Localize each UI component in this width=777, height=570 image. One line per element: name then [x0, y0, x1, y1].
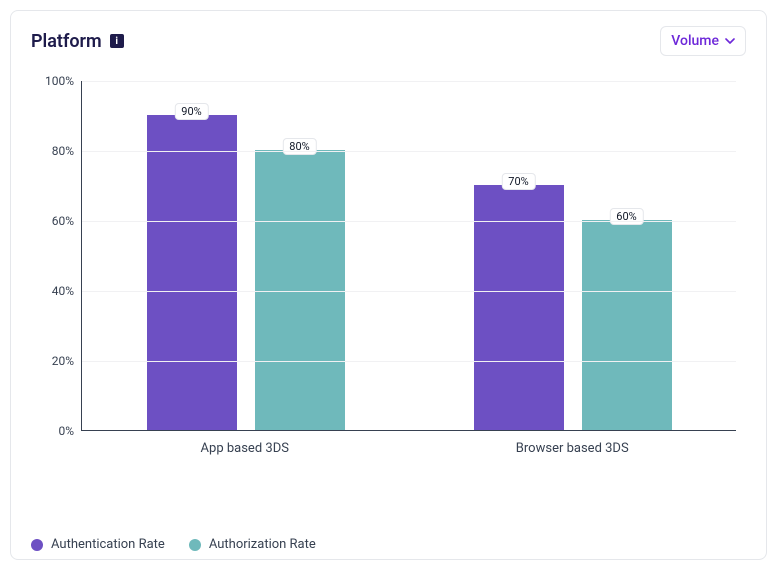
- plot-area: 90%80%70%60% 0%20%40%60%80%100%: [81, 81, 736, 431]
- gridline: [82, 361, 736, 362]
- card-title: Platform i: [31, 31, 124, 52]
- bar: 60%: [582, 220, 672, 430]
- legend-label-authentication: Authentication Rate: [51, 537, 165, 552]
- legend-item-authentication: Authentication Rate: [31, 537, 165, 552]
- gridline: [82, 221, 736, 222]
- legend: Authentication Rate Authorization Rate: [31, 537, 746, 552]
- y-tick-label: 80%: [32, 144, 74, 158]
- y-tick-label: 20%: [32, 354, 74, 368]
- bar-value-label: 60%: [609, 208, 643, 225]
- y-tick-label: 40%: [32, 284, 74, 298]
- bar: 90%: [147, 115, 237, 430]
- y-tick-label: 0%: [32, 424, 74, 438]
- x-tick-label: Browser based 3DS: [409, 441, 737, 456]
- x-axis-labels: App based 3DSBrowser based 3DS: [81, 441, 736, 456]
- chart-area: 90%80%70%60% 0%20%40%60%80%100% App base…: [81, 81, 736, 481]
- bar-value-label: 70%: [501, 173, 535, 190]
- legend-swatch-authentication: [31, 539, 43, 551]
- gridline: [82, 151, 736, 152]
- title-text: Platform: [31, 31, 102, 52]
- volume-dropdown[interactable]: Volume: [660, 26, 746, 56]
- legend-label-authorization: Authorization Rate: [209, 537, 316, 552]
- legend-item-authorization: Authorization Rate: [189, 537, 316, 552]
- dropdown-label: Volume: [671, 33, 719, 49]
- x-tick-label: App based 3DS: [81, 441, 409, 456]
- bar-groups: 90%80%70%60%: [82, 81, 736, 430]
- bar-group: 70% 60%: [409, 81, 736, 430]
- card-header: Platform i Volume: [31, 21, 746, 61]
- platform-card: Platform i Volume 90%80%70%60% 0%20%40%6…: [10, 10, 767, 560]
- bar-value-label: 90%: [174, 103, 208, 120]
- chevron-down-icon: [725, 36, 735, 46]
- bar-value-label: 80%: [282, 138, 316, 155]
- bar-group: 90%80%: [82, 81, 409, 430]
- y-tick-label: 60%: [32, 214, 74, 228]
- gridline: [82, 81, 736, 82]
- bar: 80%: [255, 150, 345, 430]
- y-tick-label: 100%: [32, 74, 74, 88]
- gridline: [82, 291, 736, 292]
- info-icon[interactable]: i: [110, 34, 124, 48]
- legend-swatch-authorization: [189, 539, 201, 551]
